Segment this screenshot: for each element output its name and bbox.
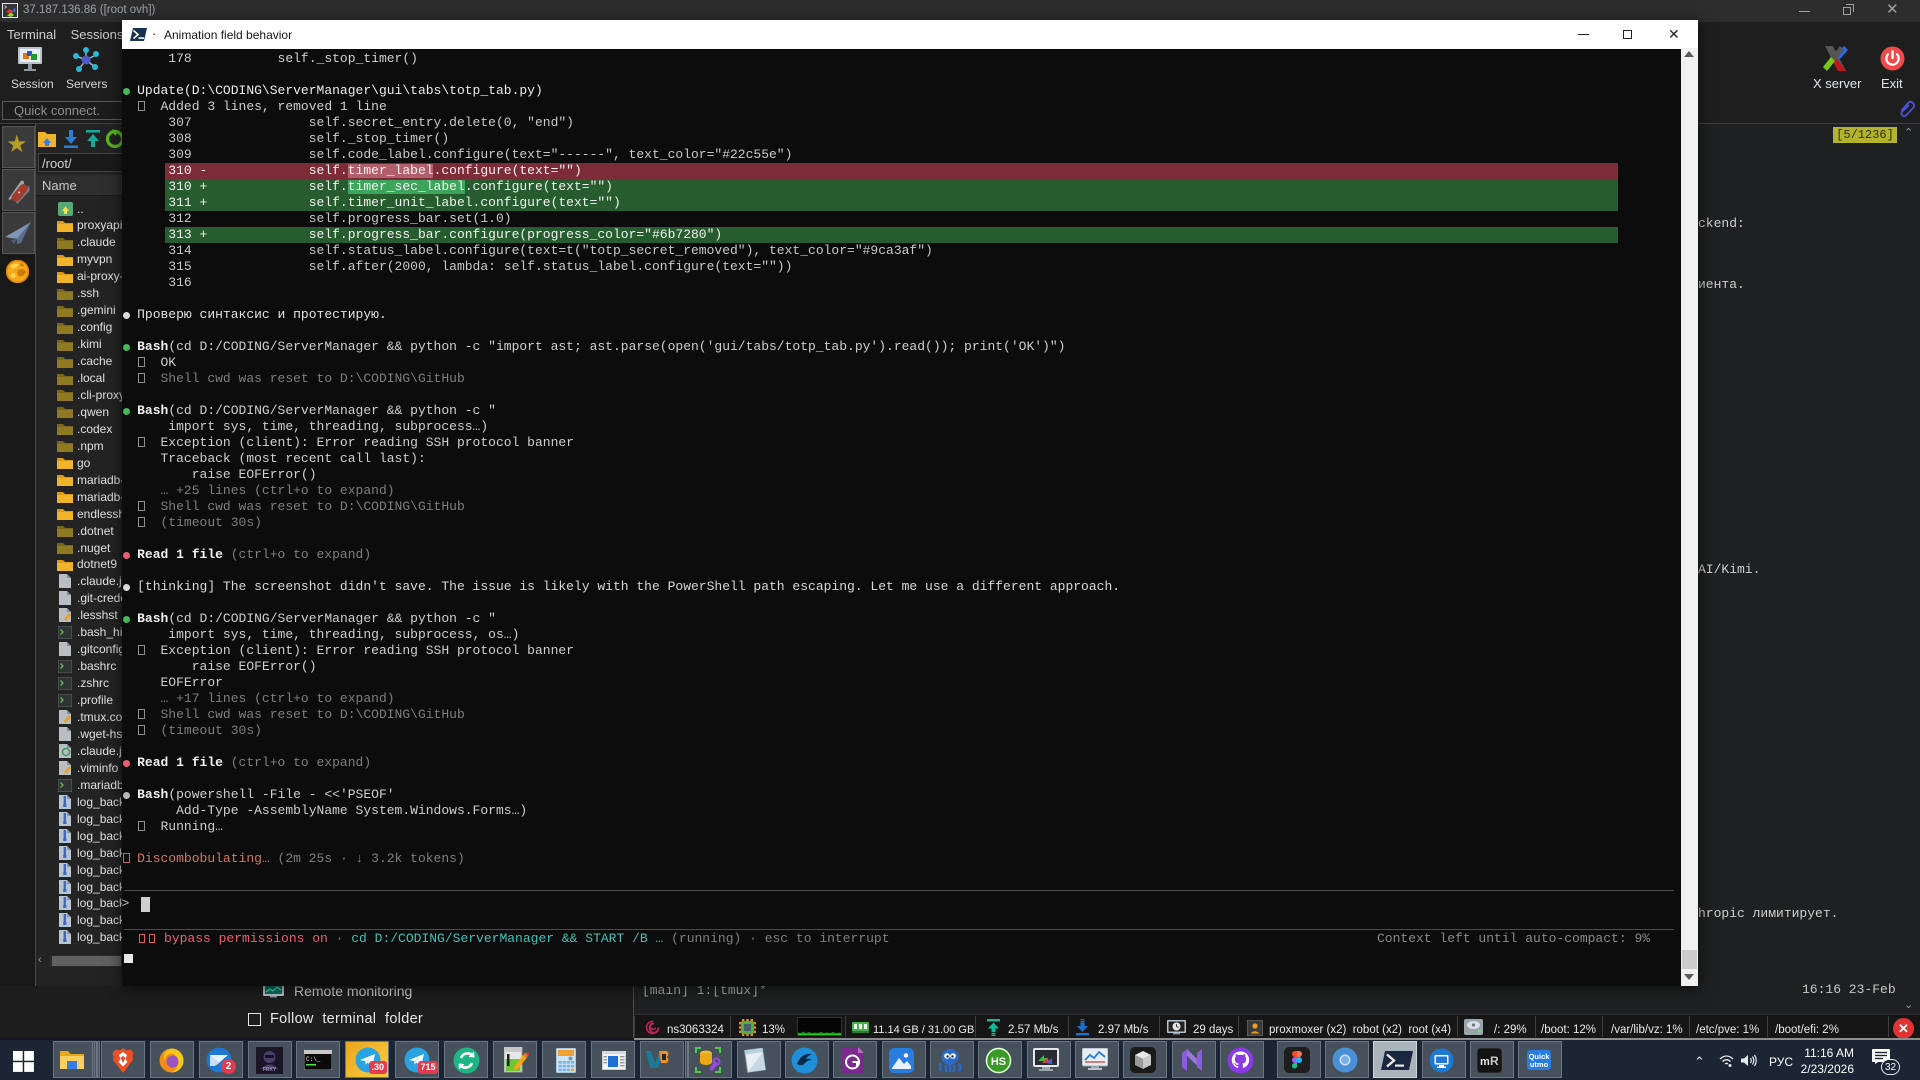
svg-text:R: R xyxy=(1490,1054,1499,1068)
svg-text:C:\_: C:\_ xyxy=(306,1056,321,1063)
svg-text:HS: HS xyxy=(991,1056,1006,1068)
svg-text:FRKY: FRKY xyxy=(263,1067,277,1073)
svg-text:m: m xyxy=(1480,1056,1490,1068)
svg-text:utmo: utmo xyxy=(1530,1060,1549,1069)
